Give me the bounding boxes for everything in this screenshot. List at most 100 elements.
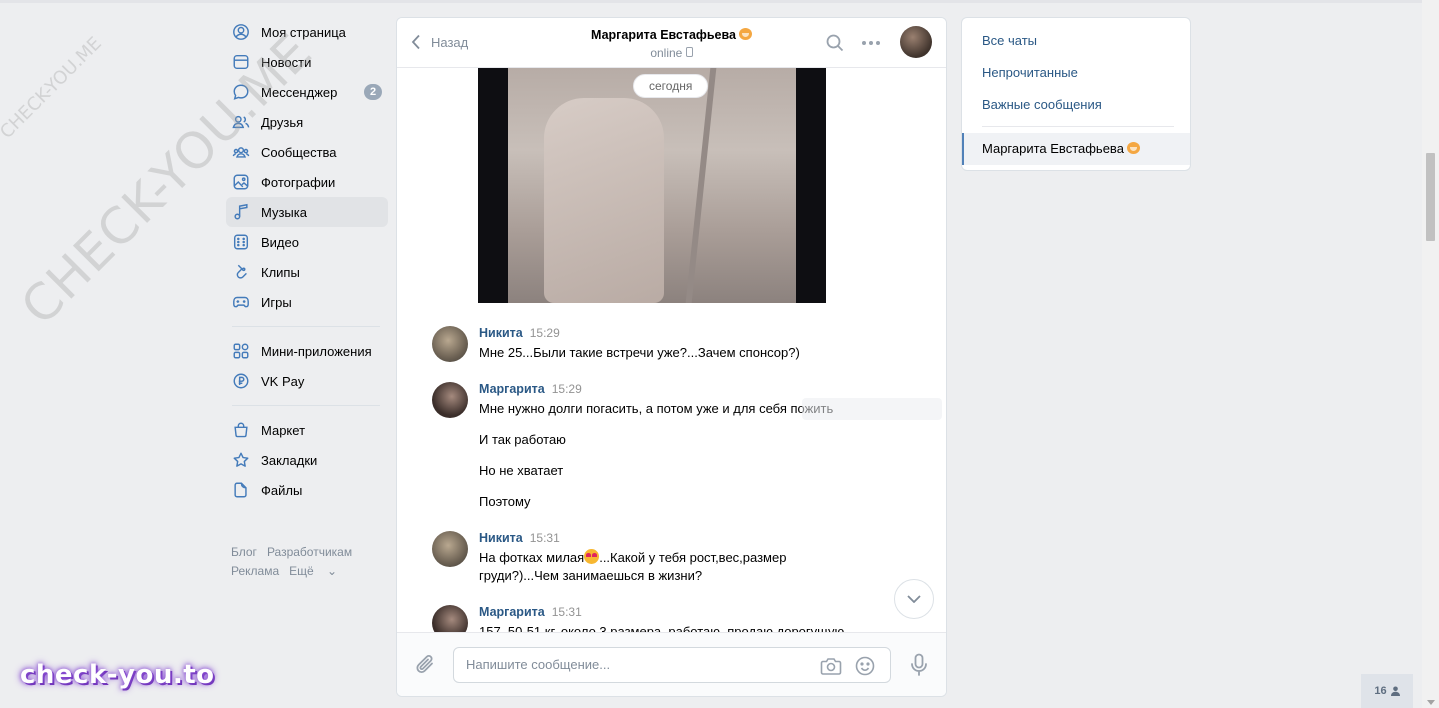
sidebar-item-label: Файлы — [261, 482, 303, 498]
sidebar-item-games[interactable]: Игры — [226, 287, 388, 317]
message-header: Никита 15:31 — [479, 531, 560, 545]
sidebar-item-my-page[interactable]: Моя страница — [226, 17, 388, 47]
user-circle-icon — [232, 23, 250, 41]
message-composer — [397, 632, 946, 696]
sidebar-item-label: Фотографии — [261, 174, 336, 190]
sidebar-item-photos[interactable]: Фотографии — [226, 167, 388, 197]
file-icon — [232, 481, 250, 499]
microphone-icon[interactable] — [910, 653, 928, 677]
unread-badge: 2 — [364, 84, 382, 100]
avatar[interactable] — [432, 382, 468, 418]
sidebar-divider — [232, 326, 380, 327]
message-time[interactable]: 15:29 — [530, 326, 560, 340]
sidebar-item-mini-apps[interactable]: Мини-приложения — [226, 336, 388, 366]
photo-image — [508, 68, 796, 303]
sidebar-item-label: Маркет — [261, 422, 306, 438]
sidebar-item-video[interactable]: Видео — [226, 227, 388, 257]
sidebar-item-label: Мини-приложения — [261, 343, 372, 359]
scrollbar-thumb[interactable] — [1426, 153, 1435, 241]
sidebar-item-news[interactable]: Новости — [226, 47, 388, 77]
friends-icon — [232, 113, 250, 131]
chat-header: Назад Маргарита Евстафьева online — [397, 18, 946, 68]
message-time[interactable]: 15:29 — [552, 382, 582, 396]
avatar[interactable] — [432, 326, 468, 362]
message-header: Никита 15:29 — [479, 326, 560, 340]
sidebar-item-vk-pay[interactable]: VK Pay — [226, 366, 388, 396]
photo-attachment[interactable] — [478, 68, 826, 303]
sidebar-item-music[interactable]: Музыка — [226, 197, 388, 227]
message-history[interactable]: сегодня Никита 15:29 Мне 25...Были такие … — [397, 68, 946, 634]
filter-unread[interactable]: Непрочитанные — [982, 65, 1078, 80]
sidebar-divider — [232, 405, 380, 406]
apps-icon — [232, 342, 250, 360]
chat-filters-panel: Все чаты Непрочитанные Важные сообщения … — [961, 17, 1191, 171]
message-time[interactable]: 15:31 — [552, 605, 582, 619]
message-header: Маргарита 15:31 — [479, 605, 582, 619]
footer-link-ads[interactable]: Реклама — [231, 564, 279, 578]
message-input-box — [453, 647, 891, 683]
message-author[interactable]: Никита — [479, 326, 523, 340]
message-author[interactable]: Маргарита — [479, 605, 545, 619]
page-scrollbar[interactable] — [1422, 0, 1439, 708]
message-header: Маргарита 15:29 — [479, 382, 582, 396]
conversation-item[interactable]: Маргарита Евстафьева — [962, 133, 1190, 165]
photo-icon — [232, 173, 250, 191]
tiger-emoji-icon — [738, 28, 752, 40]
online-count: 16 — [1374, 685, 1387, 697]
footer-link-blog[interactable]: Блог — [231, 545, 257, 559]
scroll-to-bottom-button[interactable] — [894, 579, 934, 619]
footer-link-more[interactable]: Ещё ⌄ — [289, 564, 347, 578]
clips-icon — [232, 263, 250, 281]
message-author[interactable]: Никита — [479, 531, 523, 545]
avatar[interactable] — [432, 605, 468, 634]
sidebar-item-label: Моя страница — [261, 24, 346, 40]
vkpay-icon — [232, 372, 250, 390]
brand-watermark: check-you.to — [20, 660, 215, 690]
sidebar-item-bookmarks[interactable]: Закладки — [226, 445, 388, 475]
sidebar-item-market[interactable]: Маркет — [226, 415, 388, 445]
search-icon[interactable] — [825, 33, 845, 53]
conversation-name: Маргарита Евстафьева — [982, 141, 1124, 156]
message-text: Но не хватает — [479, 463, 564, 478]
communities-icon — [232, 143, 250, 161]
peer-avatar[interactable] — [900, 26, 932, 58]
message-time[interactable]: 15:31 — [530, 531, 560, 545]
photo-figure — [544, 98, 664, 303]
more-icon[interactable] — [860, 33, 882, 53]
camera-icon[interactable] — [820, 656, 842, 676]
market-icon — [232, 421, 250, 439]
sidebar-item-label: Клипы — [261, 264, 300, 280]
sidebar-item-label: Закладки — [261, 452, 318, 468]
sidebar-item-clips[interactable]: Клипы — [226, 257, 388, 287]
chevron-down-icon: ⌄ — [327, 564, 338, 578]
footer-more-label: Ещё — [289, 564, 314, 578]
filter-all-chats[interactable]: Все чаты — [982, 33, 1037, 48]
paperclip-icon[interactable] — [415, 653, 437, 677]
sidebar-item-label: Музыка — [261, 204, 307, 220]
online-friends-button[interactable]: 16 — [1361, 674, 1413, 708]
sidebar-item-label: Игры — [261, 294, 292, 310]
gamepad-icon — [232, 293, 250, 311]
peer-name: Маргарита Евстафьева — [591, 28, 736, 42]
message-text-part: На фотках милая — [479, 550, 585, 565]
message-author[interactable]: Маргарита — [479, 382, 545, 396]
heart-eyes-emoji-icon — [584, 549, 600, 564]
sidebar-item-messenger[interactable]: Мессенджер 2 — [226, 77, 388, 107]
scroll-down-arrow-icon[interactable] — [1427, 700, 1435, 705]
sidebar-item-communities[interactable]: Сообщества — [226, 137, 388, 167]
emoji-icon[interactable] — [855, 656, 875, 676]
peer-status: online — [650, 46, 683, 60]
news-icon — [232, 53, 250, 71]
sidebar-item-files[interactable]: Файлы — [226, 475, 388, 505]
sidebar-item-friends[interactable]: Друзья — [226, 107, 388, 137]
music-icon — [232, 203, 250, 221]
message-input[interactable] — [466, 657, 796, 672]
avatar[interactable] — [432, 531, 468, 567]
sidebar-item-label: Мессенджер — [261, 84, 338, 100]
footer-link-developers[interactable]: Разработчикам — [267, 545, 352, 559]
filter-important[interactable]: Важные сообщения — [982, 97, 1102, 112]
sidebar-item-label: Видео — [261, 234, 299, 250]
message-icon — [232, 83, 250, 101]
panel-divider — [982, 126, 1174, 127]
tiger-emoji-icon — [1126, 142, 1140, 154]
